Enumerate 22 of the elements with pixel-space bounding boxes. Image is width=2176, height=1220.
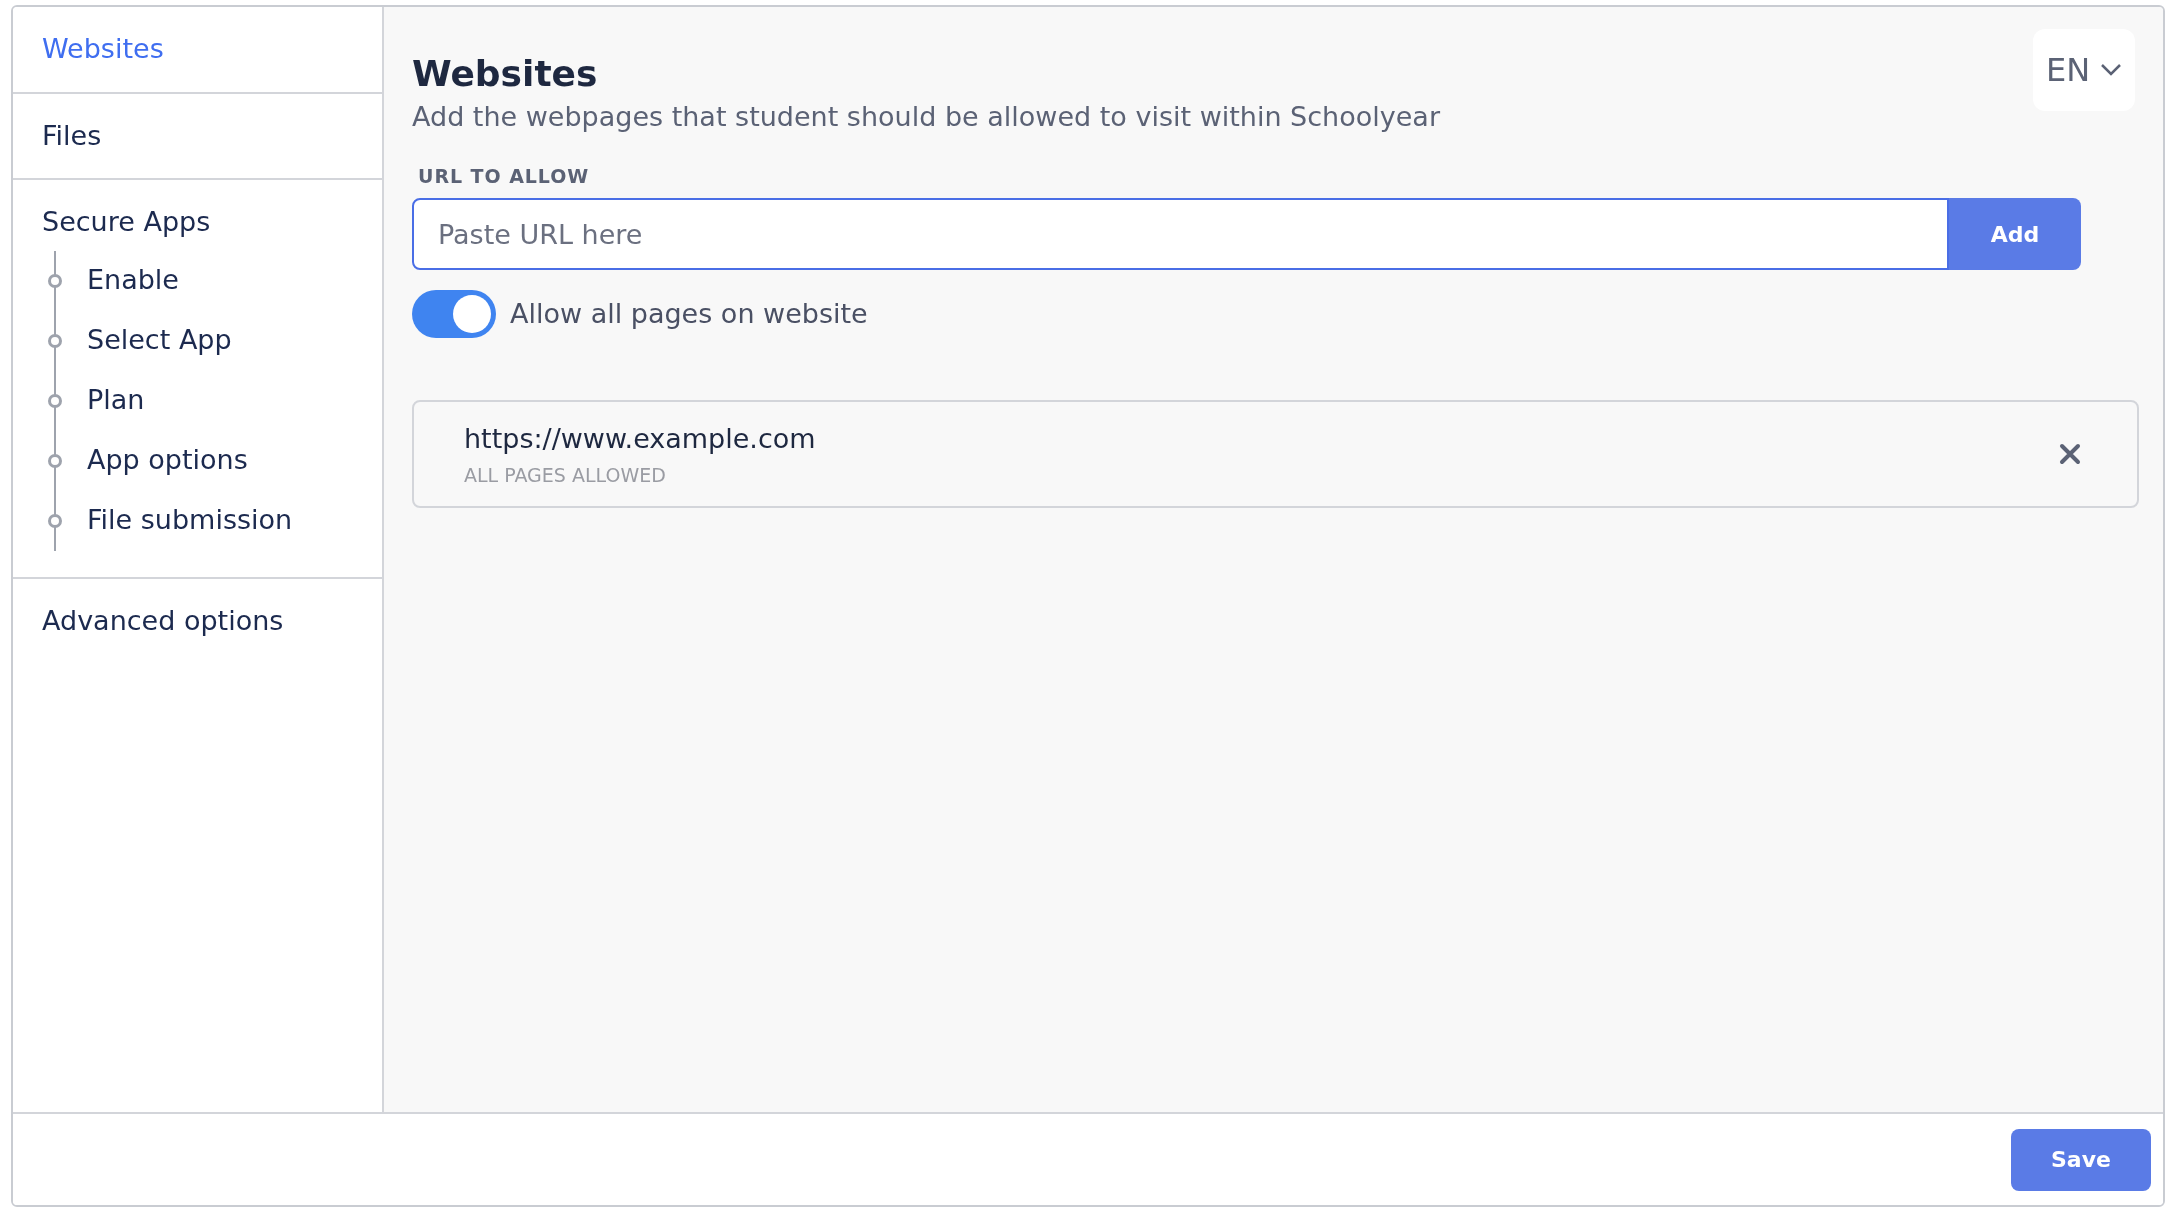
sidebar-subitem[interactable]: Enable [87, 260, 179, 301]
language-dropdown[interactable]: EN [2033, 29, 2135, 111]
sidebar-item[interactable]: Websites [42, 29, 353, 70]
sidebar-subitem[interactable]: Plan [87, 380, 145, 421]
save-button[interactable]: Save [2011, 1128, 2151, 1191]
close-icon[interactable] [2059, 443, 2081, 465]
sidebar-subitem[interactable]: App options [87, 440, 248, 481]
field-label: URL TO ALLOW [418, 163, 591, 189]
chevron-down-icon [2100, 63, 2123, 77]
allowed-scope: ALL PAGES ALLOWED [464, 463, 667, 488]
toggle-label: Allow all pages on website [510, 296, 868, 331]
allowed-url: https://www.example.com [464, 421, 816, 456]
description: Add the webpages that student should be allowed to visit within Schoolyear [412, 100, 1441, 134]
add-button[interactable]: Add [1949, 198, 2081, 270]
page-title: Websites [412, 52, 598, 96]
sidebar-subitem[interactable]: File submission [87, 500, 293, 541]
toggle-switch[interactable] [412, 290, 496, 338]
sidebar-item[interactable]: Files [42, 115, 353, 156]
url-input[interactable]: Paste URL here [412, 198, 1949, 270]
sidebar-item[interactable]: Advanced options [42, 600, 353, 641]
sidebar-item[interactable]: Secure Apps [42, 202, 353, 243]
sidebar-subitem[interactable]: Select App [87, 320, 232, 361]
